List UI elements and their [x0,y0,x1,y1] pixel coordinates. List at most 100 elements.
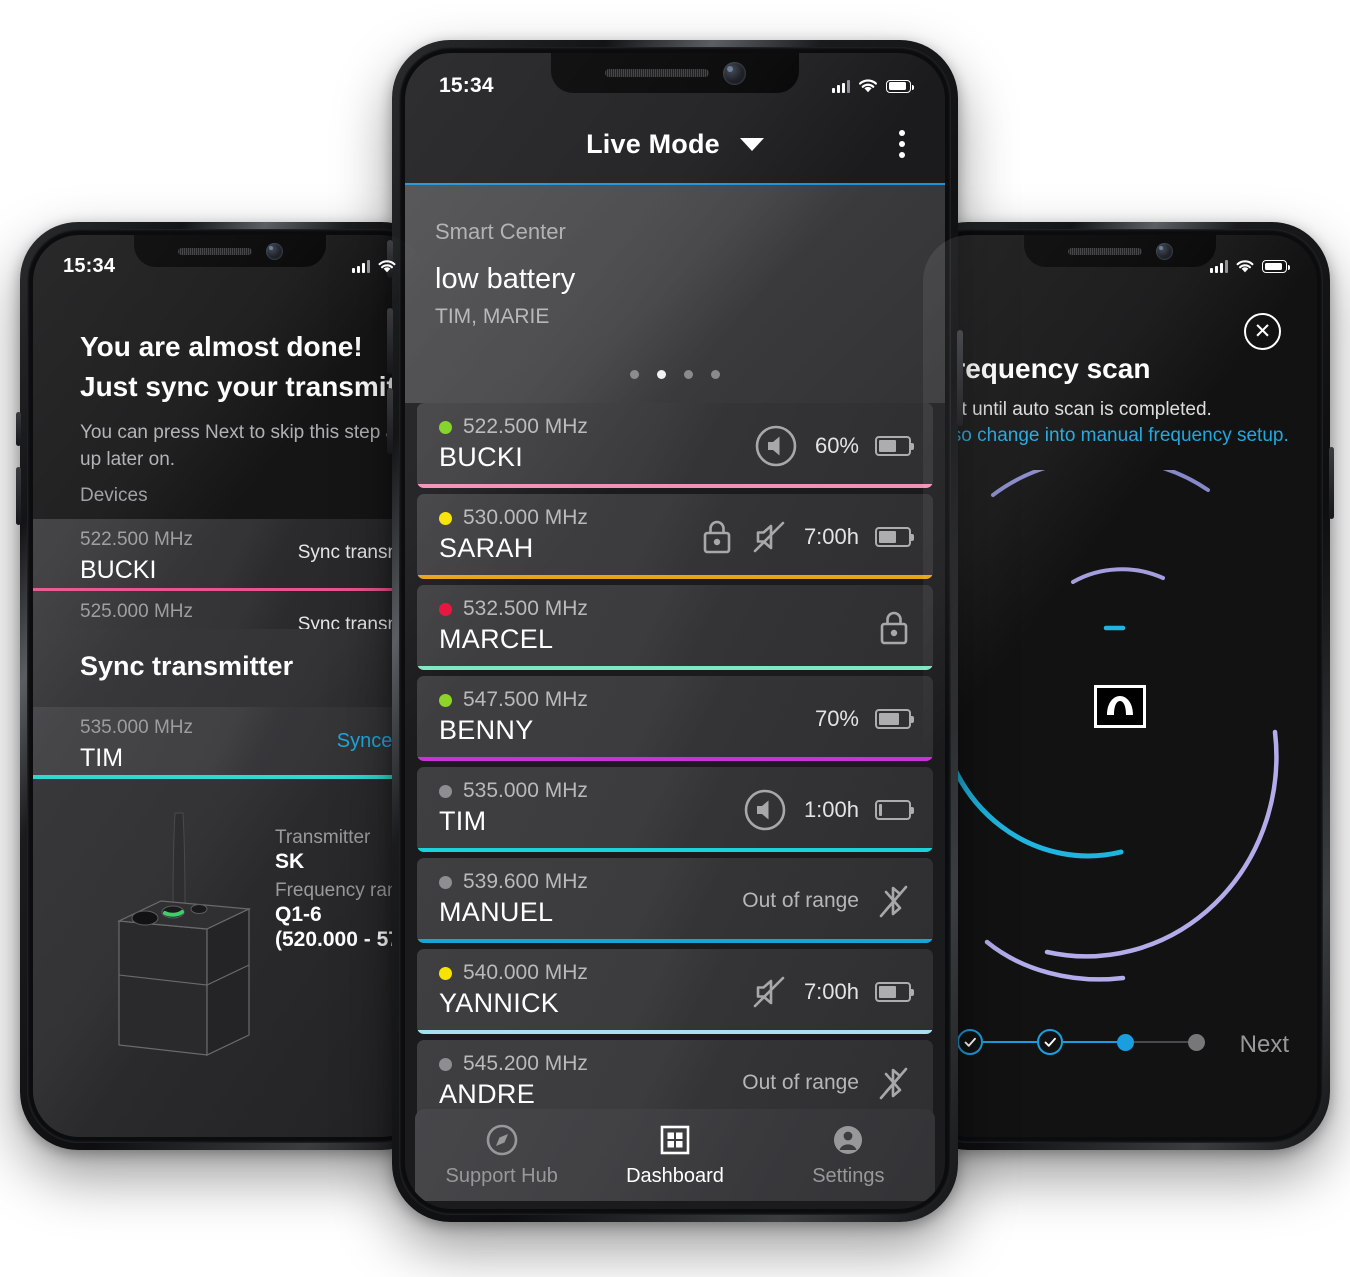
next-button[interactable]: Next [1240,1031,1289,1059]
device-frequency-text: 535.000 MHz [463,779,588,802]
sheet-device-freq: 535.000 MHz [80,717,194,738]
left-device-name: BUCKI [80,556,157,584]
page-dot-3[interactable] [711,370,720,379]
smart-center-subtitle: TIM, MARIE [435,305,550,328]
step-3-current[interactable] [1117,1033,1134,1051]
device-frequency: 539.600 MHz [439,870,588,894]
step-4-pending[interactable] [1188,1033,1205,1051]
speaker-muted-icon[interactable] [750,518,788,556]
smart-center-card[interactable]: Smart Center low battery TIM, MARIE [405,185,945,403]
left-phone-volume-down[interactable] [16,467,21,525]
left-device-row-0[interactable]: 522.500 MHz BUCKI Sync transmitter [33,519,427,591]
device-status-dot [439,420,452,434]
battery-icon [1262,260,1290,273]
tab-label: Settings [812,1165,885,1187]
right-status-bar [923,235,1317,285]
device-frequency-text: 547.500 MHz [463,688,588,711]
device-info: 545.200 MHz ANDRE [439,1052,588,1110]
left-device-freq: 525.000 MHz [80,601,194,622]
device-row[interactable]: 522.500 MHz BUCKI 60% [417,403,933,488]
grid-icon [660,1125,690,1155]
left-phone-volume-up[interactable] [16,412,21,446]
device-row[interactable]: 540.000 MHz YANNICK 7:00h [417,949,933,1034]
device-frequency: 535.000 MHz [439,779,588,803]
device-battery-icon [875,435,914,456]
left-heading-line1: You are almost done! [80,331,363,362]
speaker-on-icon[interactable] [753,423,799,469]
tab-settings[interactable]: Settings [762,1122,935,1188]
left-status-bar: 15:34 [33,235,427,285]
center-phone-power-button[interactable] [957,330,963,426]
device-info: 530.000 MHz SARAH [439,506,588,564]
center-status-icons [832,78,914,94]
device-indicators [877,585,911,670]
device-row[interactable]: 547.500 MHz BENNY 70% [417,676,933,761]
device-frequency: 545.200 MHz [439,1052,588,1076]
page-dot-2[interactable] [684,370,693,379]
device-accent-bar [417,484,933,488]
speaker-muted-icon[interactable] [750,973,788,1011]
device-row[interactable]: 539.600 MHz MANUEL Out of range [417,858,933,943]
device-status-dot [439,693,452,707]
device-row[interactable]: 532.500 MHz MARCEL [417,585,933,670]
device-row[interactable]: 530.000 MHz SARAH 7:00h [417,494,933,579]
device-battery-icon [875,526,914,547]
device-name: BENNY [439,715,534,745]
sheet-device-row[interactable]: 535.000 MHz TIM Synced! [33,707,427,779]
battery-icon [886,79,914,93]
wifi-icon [1236,260,1254,273]
setup-progress-stepper [957,1029,1205,1055]
device-name: MANUEL [439,897,554,927]
carousel-page-dots[interactable] [405,370,945,379]
kebab-menu-icon[interactable] [893,124,911,164]
device-range-status: Out of range [742,888,859,912]
speaker-on-icon[interactable] [742,787,788,833]
left-heading: You are almost done! Just sync your tran… [80,327,427,407]
device-name: TIM [439,806,487,836]
right-phone-power-button[interactable] [1329,447,1334,519]
page-dot-1[interactable] [657,370,666,379]
right-status-icons [1210,259,1290,274]
bluetooth-off-icon[interactable] [875,881,911,921]
lock-icon[interactable] [700,518,734,556]
step-2-complete[interactable] [1037,1029,1063,1055]
device-frequency-text: 522.500 MHz [463,415,588,438]
left-status-icons [352,259,397,274]
step-connector-3 [1134,1040,1188,1044]
device-battery-value: 60% [814,432,859,458]
device-frequency: 522.500 MHz [439,415,588,439]
center-phone-volume-down[interactable] [387,388,393,454]
center-phone-device: 15:34 Live Mode Smart Center low battery… [387,40,963,1222]
chevron-down-icon[interactable] [739,137,764,151]
cellular-signal-icon [352,260,370,273]
sheet-title: Sync transmitter [80,651,294,681]
tab-support-hub[interactable]: Support Hub [415,1122,588,1188]
lock-icon[interactable] [877,609,911,647]
bottom-tab-bar: Support Hub Dashboard Settings [415,1109,935,1201]
screenshot-stage: 15:34 You are almost done! Just sync you… [0,0,1350,1277]
device-list[interactable]: 522.500 MHz BUCKI 60% 530.000 MHz SARAH … [405,403,945,1209]
sheet-device-accent [33,775,427,779]
live-mode-title[interactable]: Live Mode [586,129,720,160]
device-indicators: Out of range [742,858,911,943]
device-frequency-text: 539.600 MHz [463,870,588,893]
close-icon[interactable]: ✕ [1244,313,1281,350]
cellular-signal-icon [1210,260,1228,273]
device-accent-bar [417,575,933,579]
sennheiser-logo-icon [1094,685,1146,728]
check-icon [1044,1037,1056,1047]
right-phone-screen: ✕ frequency scan wait until auto scan is… [923,235,1317,1137]
left-body-text: You can press Next to skip this step and… [80,422,427,470]
device-row[interactable]: 535.000 MHz TIM 1:00h [417,767,933,852]
center-phone-volume-up[interactable] [387,308,393,374]
device-accent-bar [417,666,933,670]
right-paragraph-2-link[interactable]: also change into manual frequency setup. [937,425,1289,447]
device-frequency: 530.000 MHz [439,506,588,530]
page-dot-0[interactable] [630,370,639,379]
scan-animation [923,456,1317,1000]
step-1-complete[interactable] [957,1029,983,1055]
device-frequency: 547.500 MHz [439,688,588,712]
app-bar-divider [405,183,945,185]
bluetooth-off-icon[interactable] [875,1063,911,1103]
tab-dashboard[interactable]: Dashboard [588,1122,761,1188]
